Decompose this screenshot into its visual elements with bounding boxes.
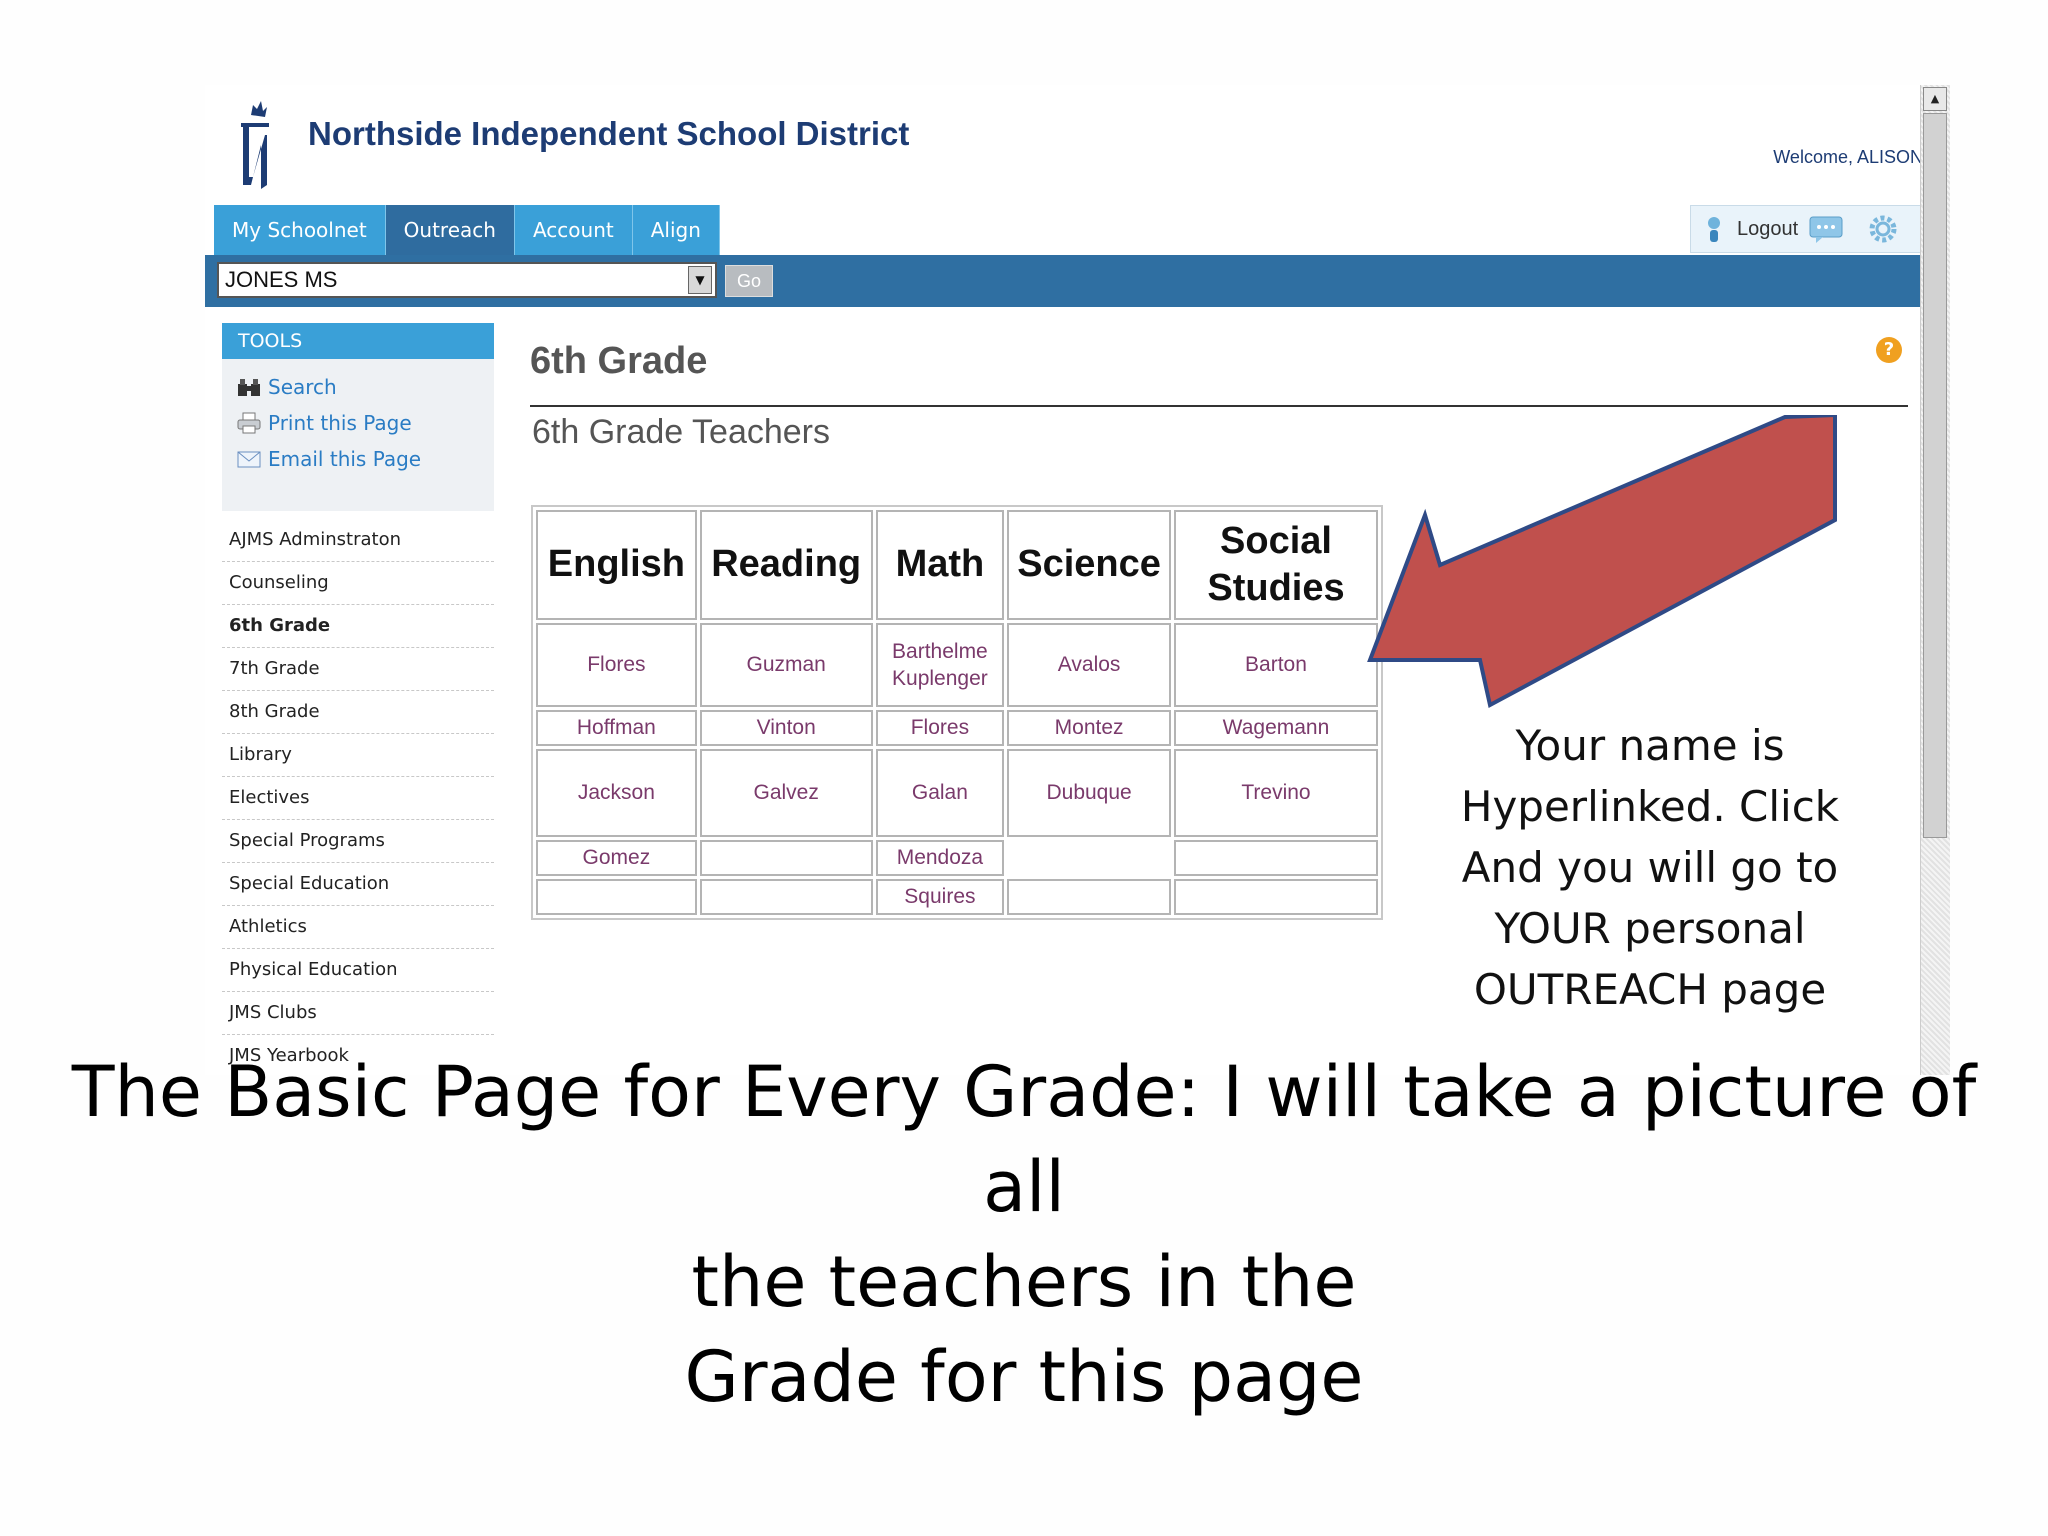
table-row: Jackson Galvez Galan Dubuque Trevino [536, 749, 1378, 837]
welcome-message: Welcome, ALISON! [1773, 147, 1928, 167]
sidebar-item-jms-clubs[interactable]: JMS Clubs [222, 992, 494, 1035]
callout-line: YOUR personal [1494, 904, 1806, 953]
printer-icon [237, 412, 261, 434]
caption-line: the teachers in the [691, 1241, 1357, 1323]
teacher-link[interactable]: Galan [875, 749, 1005, 837]
sidebar-item-counseling[interactable]: Counseling [222, 562, 494, 605]
teacher-link[interactable]: Gomez [536, 840, 697, 876]
empty-cell [1173, 840, 1378, 876]
school-select[interactable]: JONES MS ▼ [217, 262, 717, 298]
chat-icon[interactable] [1808, 214, 1844, 244]
teacher-link[interactable]: Squires [875, 879, 1005, 915]
teacher-link[interactable]: Mendoza [875, 840, 1005, 876]
empty-cell [536, 879, 697, 915]
vertical-scrollbar[interactable]: ▲ [1920, 85, 1950, 1075]
teacher-link[interactable]: Guzman [699, 623, 873, 707]
utility-bar: Logout [1690, 205, 1940, 253]
teacher-link[interactable]: Trevino [1173, 749, 1378, 837]
tab-outreach[interactable]: Outreach [385, 205, 515, 255]
teacher-link[interactable]: Flores [875, 710, 1005, 746]
table-row: Gomez Mendoza [536, 840, 1378, 876]
caption-line: Grade for this page [684, 1336, 1364, 1418]
sidebar-item-8th-grade[interactable]: 8th Grade [222, 691, 494, 734]
teacher-link[interactable]: Hoffman [536, 710, 697, 746]
binoculars-icon [238, 379, 260, 396]
header-english: English [536, 510, 697, 620]
callout-line: Your name is [1515, 721, 1785, 770]
pointer-arrow-icon [1367, 415, 1837, 709]
tab-my-schoolnet[interactable]: My Schoolnet [214, 205, 386, 255]
teacher-link[interactable]: Dubuque [1007, 749, 1171, 837]
teacher-link[interactable]: Vinton [699, 710, 873, 746]
table-row: Flores Guzman Barthelme Kuplenger Avalos… [536, 623, 1378, 707]
person-icon [1708, 217, 1720, 242]
caption-line: The Basic Page for Every Grade: I will t… [71, 1051, 1977, 1228]
sidebar-item-ajms-adminstraton[interactable]: AJMS Adminstraton [222, 519, 494, 562]
page-title: 6th Grade [530, 340, 708, 382]
tool-print-label: Print this Page [268, 411, 412, 435]
teacher-link[interactable]: Wagemann [1173, 710, 1378, 746]
nisd-logo-icon [241, 101, 269, 189]
tool-search[interactable]: Search [236, 369, 494, 405]
title-divider [530, 405, 1908, 407]
annotation-callout: Your name is Hyperlinked. Click And you … [1410, 715, 1890, 1020]
sidebar-item-electives[interactable]: Electives [222, 777, 494, 820]
envelope-icon [237, 451, 261, 468]
tool-email-label: Email this Page [268, 447, 422, 471]
sidebar-nav: AJMS Adminstraton Counseling 6th Grade 7… [222, 519, 494, 1075]
help-icon[interactable]: ? [1876, 337, 1902, 363]
tab-account[interactable]: Account [514, 205, 633, 255]
empty-cell [1173, 879, 1378, 915]
scroll-thumb[interactable] [1923, 113, 1947, 838]
school-bar: JONES MS ▼ Go [205, 255, 1927, 307]
scroll-up-arrow-icon[interactable]: ▲ [1923, 87, 1947, 111]
school-select-value: JONES MS [225, 267, 338, 292]
teacher-link[interactable]: Montez [1007, 710, 1171, 746]
empty-cell [1007, 840, 1171, 876]
callout-line: OUTREACH page [1473, 965, 1827, 1014]
table-header-row: English Reading Math Science Social Stud… [536, 510, 1378, 620]
tools-box: Search Print this Page Email this Page [222, 359, 494, 511]
teacher-link[interactable]: Barton [1173, 623, 1378, 707]
chevron-down-icon: ▼ [688, 266, 712, 294]
empty-cell [699, 879, 873, 915]
header-math: Math [875, 510, 1005, 620]
logout-button[interactable]: Logout [1701, 214, 1798, 244]
slide-caption: The Basic Page for Every Grade: I will t… [50, 1045, 1998, 1425]
teacher-link[interactable]: Avalos [1007, 623, 1171, 707]
gear-icon[interactable] [1868, 214, 1898, 244]
teacher-link[interactable]: Barthelme Kuplenger [875, 623, 1005, 707]
sidebar-item-6th-grade[interactable]: 6th Grade [222, 605, 494, 648]
main-tabs: My Schoolnet Outreach Account Align [214, 205, 720, 255]
page-subtitle: 6th Grade Teachers [532, 413, 830, 451]
sidebar-item-special-education[interactable]: Special Education [222, 863, 494, 906]
logout-label: Logout [1737, 217, 1799, 240]
go-button[interactable]: Go [725, 265, 773, 297]
tool-email[interactable]: Email this Page [236, 441, 494, 477]
district-name: Northside Independent School District [308, 115, 910, 152]
tool-search-label: Search [268, 375, 337, 399]
sidebar-item-athletics[interactable]: Athletics [222, 906, 494, 949]
empty-cell [699, 840, 873, 876]
tab-align[interactable]: Align [632, 205, 720, 255]
callout-line: Hyperlinked. Click [1460, 782, 1840, 831]
tools-header: TOOLS [222, 323, 494, 359]
tool-print[interactable]: Print this Page [236, 405, 494, 441]
header-reading: Reading [699, 510, 873, 620]
sidebar-item-library[interactable]: Library [222, 734, 494, 777]
teacher-link[interactable]: Galvez [699, 749, 873, 837]
teacher-link[interactable]: Jackson [536, 749, 697, 837]
sidebar-item-special-programs[interactable]: Special Programs [222, 820, 494, 863]
callout-line: And you will go to [1461, 843, 1839, 892]
sidebar-item-physical-education[interactable]: Physical Education [222, 949, 494, 992]
header-social-studies: Social Studies [1173, 510, 1378, 620]
sidebar-item-7th-grade[interactable]: 7th Grade [222, 648, 494, 691]
sidebar: TOOLS Search Print this Page Email this … [222, 323, 494, 1075]
table-row: Squires [536, 879, 1378, 915]
teacher-link[interactable]: Flores [536, 623, 697, 707]
teachers-table: English Reading Math Science Social Stud… [531, 505, 1383, 920]
header-science: Science [1007, 510, 1171, 620]
empty-cell [1007, 879, 1171, 915]
table-row: Hoffman Vinton Flores Montez Wagemann [536, 710, 1378, 746]
